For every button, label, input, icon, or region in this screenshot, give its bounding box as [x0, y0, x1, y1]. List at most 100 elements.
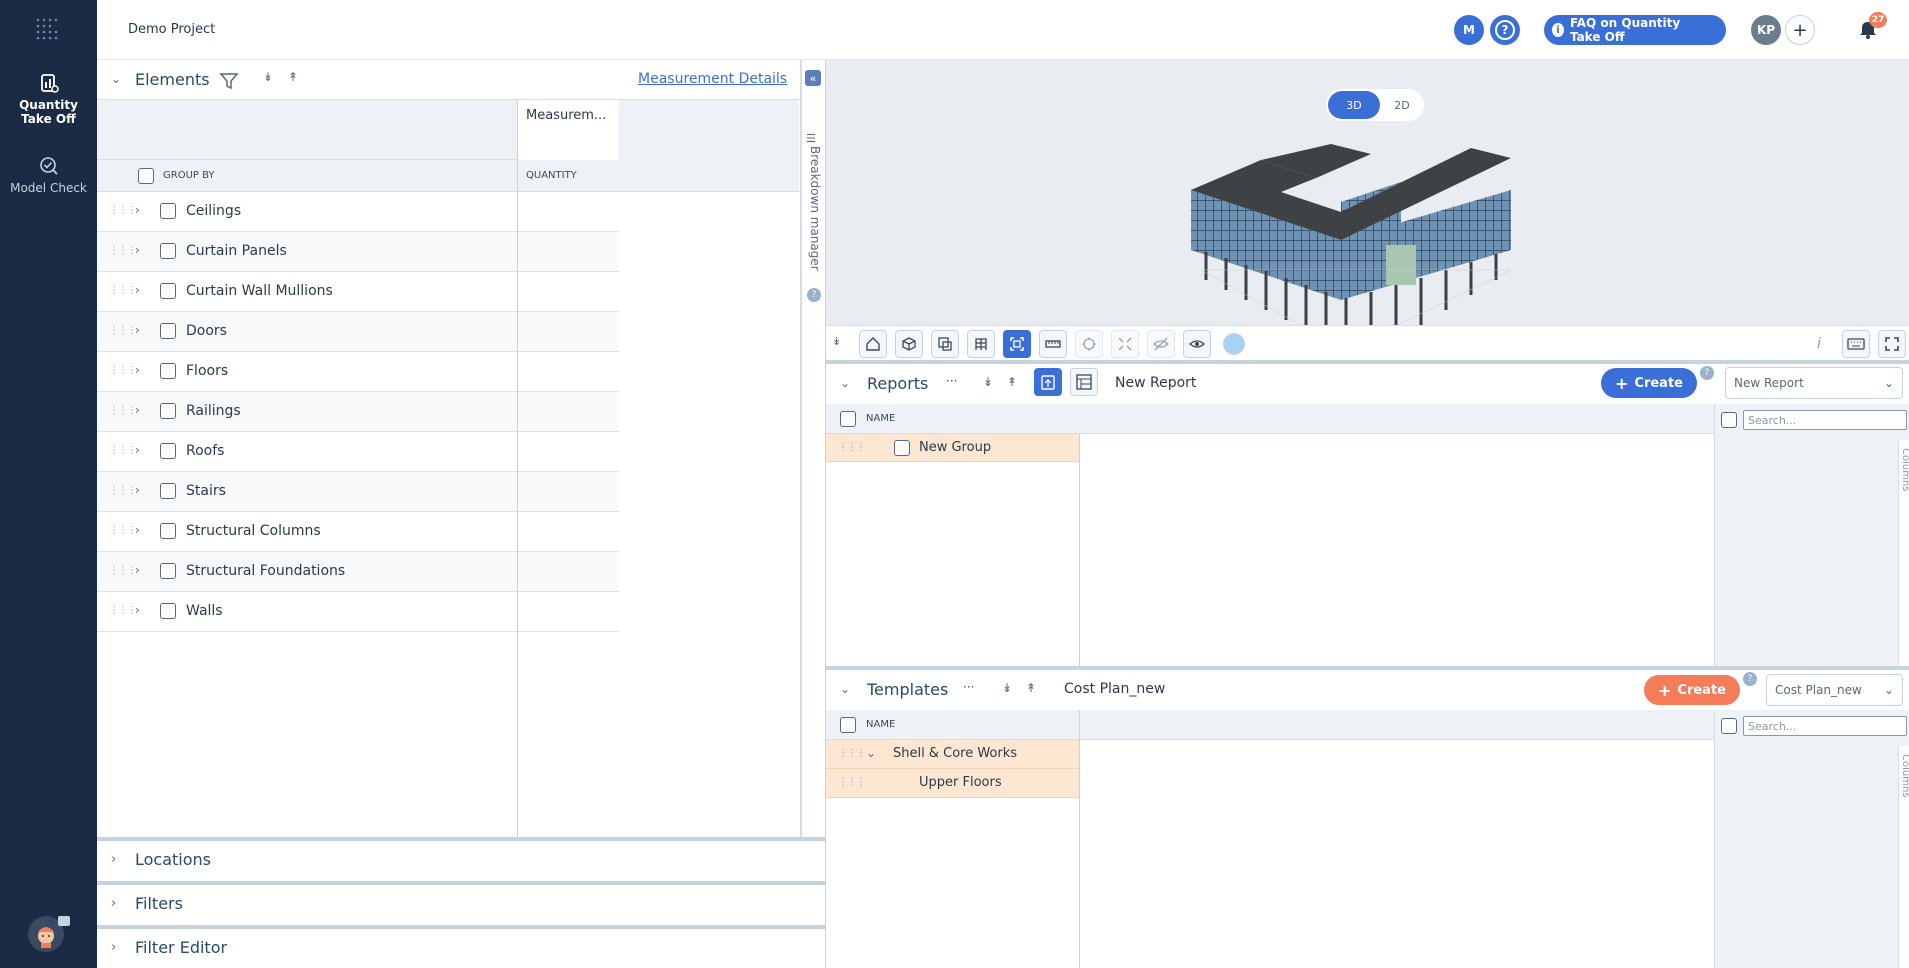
show-button[interactable] [1183, 330, 1211, 358]
expand-chevron-icon[interactable]: › [135, 443, 140, 457]
quantity-header[interactable]: QUANTITY [526, 170, 577, 181]
row-checkbox[interactable] [160, 243, 176, 259]
help-button[interactable]: ? [1490, 15, 1520, 45]
explode-button[interactable] [1111, 330, 1139, 358]
add-user-button[interactable]: + [1785, 15, 1815, 45]
view-mode-toggle[interactable]: 3D 2D [1326, 89, 1424, 121]
select-tool-button[interactable] [1003, 330, 1031, 358]
sidebar-item-quantity-take-off[interactable]: Quantity Take Off [0, 72, 97, 126]
drag-handle-icon[interactable]: ⋮⋮⋮ [109, 565, 137, 576]
home-view-button[interactable] [859, 330, 887, 358]
columns-select-all-checkbox[interactable] [1721, 718, 1737, 734]
row-checkbox[interactable] [160, 323, 176, 339]
section-box-button[interactable] [931, 330, 959, 358]
expand-all-icon[interactable]: ↟ [288, 70, 298, 84]
row-checkbox[interactable] [160, 363, 176, 379]
breakdown-manager-label[interactable]: Breakdown manager [806, 146, 822, 336]
row-checkbox[interactable] [160, 523, 176, 539]
expand-chevron-icon[interactable]: › [135, 323, 140, 337]
columns-select-all-checkbox[interactable] [1721, 412, 1737, 428]
table-row[interactable]: ⋮⋮⋮ › Floors [97, 352, 619, 392]
row-checkbox[interactable] [160, 443, 176, 459]
target-button[interactable] [1075, 330, 1103, 358]
collapse-all-icon[interactable]: ↡ [263, 70, 273, 84]
collapse-all-icon[interactable]: ↡ [983, 375, 993, 389]
cube-view-button[interactable] [895, 330, 923, 358]
project-title[interactable]: Demo Project [128, 22, 215, 37]
row-checkbox[interactable] [894, 440, 910, 456]
reports-help-icon[interactable]: ? [1700, 366, 1714, 380]
drag-handle-icon[interactable]: ⋮⋮⋮ [109, 245, 137, 256]
table-row[interactable]: ⋮⋮⋮ New Group [826, 434, 1079, 462]
reports-select-all-checkbox[interactable] [840, 411, 856, 427]
table-row[interactable]: ⋮⋮⋮ › Railings [97, 392, 619, 432]
app-logo-icon[interactable] [34, 16, 62, 44]
measurement-column-header[interactable]: Measurem... [517, 100, 619, 160]
drag-handle-icon[interactable]: ⋮⋮⋮ [109, 285, 137, 296]
row-checkbox[interactable] [160, 483, 176, 499]
row-checkbox[interactable] [160, 283, 176, 299]
name-column-header[interactable]: NAME [866, 719, 895, 730]
drag-handle-icon[interactable]: ⋮⋮⋮ [109, 485, 137, 496]
drag-handle-icon[interactable]: ⋮⋮⋮ [109, 445, 137, 456]
drag-handle-icon[interactable]: ⋮⋮⋮ [109, 405, 137, 416]
columns-tab[interactable]: Columns [1898, 746, 1909, 968]
columns-tab[interactable]: Columns [1898, 440, 1909, 670]
drag-handle-icon[interactable]: ⋮⋮⋮ [838, 748, 866, 759]
templates-select-all-checkbox[interactable] [840, 717, 856, 733]
collapse-all-icon[interactable]: ↡ [1002, 681, 1012, 695]
breakdown-manager-strip[interactable]: « ☰ Breakdown manager ? [801, 60, 825, 837]
drag-handle-icon[interactable]: ⋮⋮⋮ [838, 442, 866, 453]
current-template-name[interactable]: Cost Plan_new [1064, 681, 1165, 697]
expand-chevron-icon[interactable]: ⌄ [866, 746, 876, 760]
table-row[interactable]: ⋮⋮⋮ ⌄ Shell & Core Works [826, 740, 1079, 769]
table-row[interactable]: ⋮⋮⋮ › Structural Foundations [97, 552, 619, 592]
hide-button[interactable] [1147, 330, 1175, 358]
templates-help-icon[interactable]: ? [1743, 672, 1757, 686]
drag-handle-icon[interactable]: ⋮⋮⋮ [109, 205, 137, 216]
user-avatar-kp[interactable]: KP [1751, 15, 1781, 45]
table-row[interactable]: ⋮⋮⋮ › Walls [97, 592, 619, 632]
expand-chevron-icon[interactable]: › [135, 243, 140, 257]
row-checkbox[interactable] [160, 603, 176, 619]
info-button[interactable]: i [1805, 330, 1833, 358]
collapse-left-icon[interactable]: « [805, 70, 821, 86]
measure-button[interactable] [1039, 330, 1067, 358]
reports-more-button[interactable]: ··· [946, 374, 957, 388]
create-template-button[interactable]: + Create [1644, 675, 1740, 705]
table-view-button[interactable] [1070, 368, 1098, 396]
filter-icon[interactable] [219, 71, 239, 91]
drag-handle-icon[interactable]: ⋮⋮⋮ [109, 365, 137, 376]
report-select[interactable]: New Report ⌄ [1725, 367, 1903, 399]
expand-all-icon[interactable]: ↟ [1026, 681, 1036, 695]
columns-search-input[interactable]: Search... [1743, 716, 1907, 736]
templates-more-button[interactable]: ··· [963, 680, 974, 694]
notification-button[interactable]: 27 [1857, 12, 1887, 44]
expand-chevron-icon[interactable]: › [135, 563, 140, 577]
table-row[interactable]: ⋮⋮⋮ › Stairs [97, 472, 619, 512]
collapse-chevron-icon[interactable]: ⌄ [111, 72, 121, 86]
table-row[interactable]: ⋮⋮⋮ › Doors [97, 312, 619, 352]
collapse-chevron-icon[interactable]: ⌄ [840, 376, 850, 390]
name-column-header[interactable]: NAME [866, 413, 895, 424]
measurement-details-link[interactable]: Measurement Details [638, 71, 787, 87]
table-row[interactable]: ⋮⋮⋮ › Curtain Wall Mullions [97, 272, 619, 312]
current-report-name[interactable]: New Report [1115, 375, 1196, 391]
filter-editor-panel[interactable]: › Filter Editor [97, 925, 825, 968]
group-by-header[interactable]: GROUP BY [163, 170, 215, 181]
expand-chevron-icon[interactable]: › [135, 523, 140, 537]
building-button[interactable] [967, 330, 995, 358]
table-row[interactable]: ⋮⋮⋮ › Ceilings [97, 192, 619, 232]
expand-chevron-icon[interactable]: › [135, 283, 140, 297]
3d-viewer[interactable]: 3D 2D ↡ i [826, 60, 1909, 360]
drag-handle-icon[interactable]: ⋮⋮⋮ [109, 525, 137, 536]
template-select[interactable]: Cost Plan_new ⌄ [1766, 674, 1903, 706]
drag-handle-icon[interactable]: ⋮⋮⋮ [109, 605, 137, 616]
faq-button[interactable]: i FAQ on Quantity Take Off [1544, 15, 1726, 45]
color-picker-button[interactable] [1223, 333, 1245, 355]
breakdown-help-icon[interactable]: ? [807, 288, 821, 302]
expand-chevron-icon[interactable]: › [135, 203, 140, 217]
table-row[interactable]: ⋮⋮⋮ › Roofs [97, 432, 619, 472]
table-row[interactable]: ⋮⋮⋮ › Structural Columns [97, 512, 619, 552]
sidebar-item-model-check[interactable]: Model Check [0, 155, 97, 195]
